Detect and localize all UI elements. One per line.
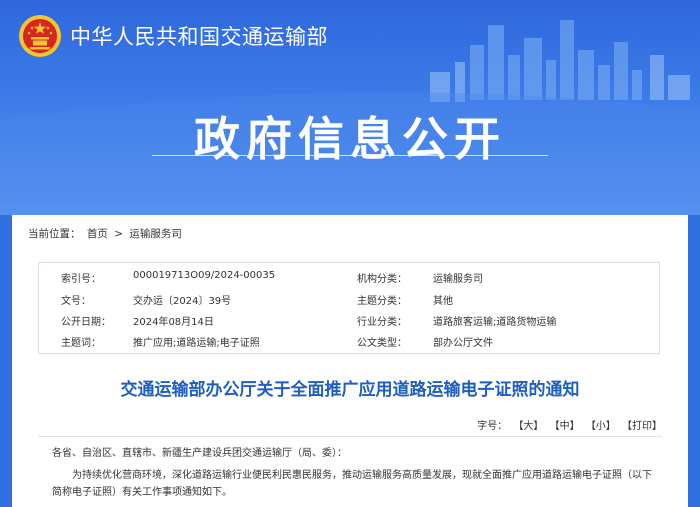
document-body: 各省、自治区、直辖市、新疆生产建设兵团交通运输厅（局、委）： 为持续优化营商环境… bbox=[52, 445, 652, 501]
industry-category-value: 道路旅客运输;道路货物运输 bbox=[433, 317, 557, 328]
document-title: 交通运输部办公厅关于全面推广应用道路运输电子证照的通知 bbox=[120, 380, 580, 400]
breadcrumb-separator: > bbox=[114, 228, 123, 240]
font-size-label: 字号： bbox=[477, 421, 508, 432]
font-size-large-button[interactable]: 【大】 bbox=[513, 421, 543, 432]
document-metadata-table: 索引号： 000019713O09/2024-00035 机构分类： 运输服务司… bbox=[38, 262, 660, 354]
document-number-value: 交办运〔2024〕39号 bbox=[133, 296, 232, 307]
keywords-value: 推广应用;道路运输;电子证照 bbox=[133, 338, 260, 349]
breadcrumb-home-link[interactable]: 首页 bbox=[87, 228, 108, 240]
site-name[interactable]: 中华人民共和国交通运输部 bbox=[70, 21, 328, 51]
document-type-value: 部办公厅文件 bbox=[433, 338, 493, 349]
content-divider bbox=[38, 436, 662, 437]
topic-category-label: 主题分类： bbox=[357, 296, 407, 307]
index-number-label: 索引号： bbox=[61, 274, 101, 285]
salutation: 各省、自治区、直辖市、新疆生产建设兵团交通运输厅（局、委）： bbox=[52, 448, 347, 459]
agency-category-label: 机构分类： bbox=[357, 274, 407, 285]
page-heading: 政府信息公开 bbox=[194, 112, 506, 166]
metadata-row: 索引号： 000019713O09/2024-00035 机构分类： 运输服务司 bbox=[39, 265, 659, 287]
metadata-row: 主题词： 推广应用;道路运输;电子证照 公文类型： 部办公厅文件 bbox=[39, 329, 659, 351]
national-emblem-icon bbox=[19, 15, 61, 57]
breadcrumb-current-link[interactable]: 运输服务司 bbox=[129, 228, 182, 240]
keywords-label: 主题词： bbox=[61, 338, 101, 349]
breadcrumb-label: 当前位置： bbox=[28, 228, 81, 240]
topic-category-value: 其他 bbox=[433, 296, 453, 307]
industry-category-label: 行业分类： bbox=[357, 317, 407, 328]
document-number-label: 文号： bbox=[61, 296, 91, 307]
publish-date-label: 公开日期： bbox=[61, 317, 111, 328]
font-size-toolbar: 字号： 【大】 【中】 【小】 【打印】 bbox=[477, 417, 662, 432]
font-size-medium-button[interactable]: 【中】 bbox=[550, 421, 580, 432]
breadcrumb: 当前位置： 首页 > 运输服务司 bbox=[28, 226, 185, 241]
body-paragraph: 为持续优化营商环境，深化道路运输行业便民利民惠民服务，推动运输服务高质量发展，现… bbox=[52, 470, 652, 498]
heading-divider bbox=[152, 155, 548, 156]
index-number-value: 000019713O09/2024-00035 bbox=[133, 270, 276, 281]
print-button[interactable]: 【打印】 bbox=[622, 421, 662, 432]
agency-category-value: 运输服务司 bbox=[433, 274, 483, 285]
font-size-small-button[interactable]: 【小】 bbox=[586, 421, 616, 432]
metadata-row: 公开日期： 2024年08月14日 行业分类： 道路旅客运输;道路货物运输 bbox=[39, 308, 659, 330]
header-banner: 中华人民共和国交通运输部 政府信息公开 bbox=[0, 0, 700, 215]
publish-date-value: 2024年08月14日 bbox=[133, 317, 214, 328]
content-panel: 当前位置： 首页 > 运输服务司 索引号： 000019713O09/2024-… bbox=[12, 215, 688, 507]
metadata-row: 文号： 交办运〔2024〕39号 主题分类： 其他 bbox=[39, 287, 659, 309]
document-type-label: 公文类型： bbox=[357, 338, 407, 349]
